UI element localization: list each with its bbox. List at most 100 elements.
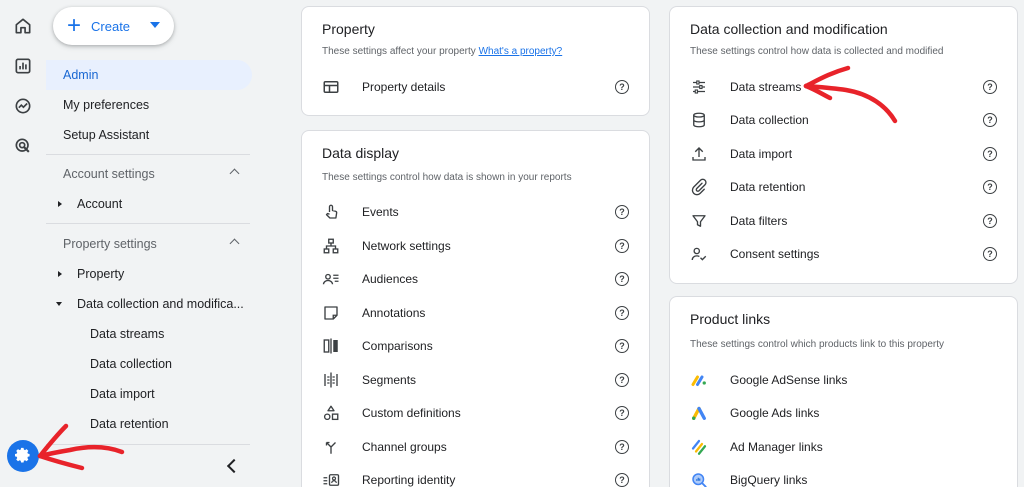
help-icon[interactable]: ? <box>615 440 629 454</box>
row-custom-definitions[interactable]: Custom definitions ? <box>302 398 649 428</box>
row-property-details[interactable]: Property details ? <box>302 72 649 102</box>
sub-label: Data collection <box>90 357 172 371</box>
data-display-card: Data display These settings control how … <box>301 130 650 487</box>
help-icon[interactable]: ? <box>615 306 629 320</box>
row-reporting-identity[interactable]: Reporting identity ? <box>302 465 649 487</box>
whats-a-property-link[interactable]: What's a property? <box>479 46 563 57</box>
row-consent-settings[interactable]: Consent settings ? <box>670 239 1017 269</box>
tree-label: Account <box>77 197 123 211</box>
row-label: Data retention <box>730 180 806 194</box>
row-audiences[interactable]: Audiences ? <box>302 264 649 294</box>
advertising-icon[interactable] <box>11 134 35 158</box>
help-icon[interactable]: ? <box>983 80 997 94</box>
property-settings-section[interactable]: Property settings <box>46 229 250 259</box>
admin-nav: + Create Admin My preferences Setup Assi… <box>46 0 260 487</box>
row-comparisons[interactable]: Comparisons ? <box>302 331 649 361</box>
nav-sub-data-collection[interactable]: Data collection <box>46 349 252 379</box>
nav-sub-data-retention[interactable]: Data retention <box>46 409 252 439</box>
upload-icon <box>690 145 708 163</box>
account-settings-section[interactable]: Account settings <box>46 159 250 189</box>
main-content: Property These settings affect your prop… <box>260 0 1024 487</box>
tree-label: Property <box>77 267 125 281</box>
nav-tree-data-collection[interactable]: Data collection and modifica... <box>46 289 252 319</box>
help-icon[interactable]: ? <box>615 80 629 94</box>
sub-label: Data streams <box>90 327 165 341</box>
row-ad-manager-links[interactable]: Ad Manager links <box>670 432 1017 462</box>
help-icon[interactable]: ? <box>983 214 997 228</box>
row-data-filters[interactable]: Data filters ? <box>670 206 1017 236</box>
collapse-nav-button[interactable] <box>222 456 242 476</box>
nav-tree-account[interactable]: Account <box>46 189 252 219</box>
row-label: Reporting identity <box>362 473 456 487</box>
row-events[interactable]: Events ? <box>302 197 649 227</box>
segments-icon <box>322 371 340 389</box>
row-label: Data collection <box>730 113 809 127</box>
divider <box>46 154 250 155</box>
row-label: Data import <box>730 147 793 161</box>
reporting-identity-icon <box>322 471 340 487</box>
expand-right-icon <box>58 271 62 277</box>
events-icon <box>322 203 340 221</box>
nav-sub-data-import[interactable]: Data import <box>46 379 252 409</box>
home-icon[interactable] <box>11 14 35 38</box>
divider <box>46 444 250 445</box>
nav-sub-data-streams[interactable]: Data streams <box>46 319 252 349</box>
row-segments[interactable]: Segments ? <box>302 365 649 395</box>
help-icon[interactable]: ? <box>983 180 997 194</box>
help-icon[interactable]: ? <box>615 373 629 387</box>
row-adsense-links[interactable]: Google AdSense links <box>670 365 1017 395</box>
help-icon[interactable]: ? <box>983 113 997 127</box>
row-label: Custom definitions <box>362 406 461 420</box>
network-icon <box>322 237 340 255</box>
help-icon[interactable]: ? <box>615 406 629 420</box>
nav-item-setup-assistant[interactable]: Setup Assistant <box>46 120 252 150</box>
nav-tree-property[interactable]: Property <box>46 259 252 289</box>
row-data-streams[interactable]: Data streams ? <box>670 72 1017 102</box>
help-icon[interactable]: ? <box>983 247 997 261</box>
admin-gear-button[interactable] <box>7 440 39 472</box>
card-title: Product links <box>690 311 771 327</box>
row-label: Consent settings <box>730 247 820 261</box>
reports-icon[interactable] <box>11 54 35 78</box>
consent-icon <box>690 245 708 263</box>
row-data-import[interactable]: Data import ? <box>670 139 1017 169</box>
card-title: Data collection and modification <box>690 21 888 37</box>
row-data-collection[interactable]: Data collection ? <box>670 105 1017 135</box>
nav-item-label: My preferences <box>63 98 150 112</box>
help-icon[interactable]: ? <box>615 272 629 286</box>
sub-label: Data import <box>90 387 155 401</box>
row-label: BigQuery links <box>730 473 808 487</box>
nav-item-my-preferences[interactable]: My preferences <box>46 90 252 120</box>
nav-item-admin[interactable]: Admin <box>46 60 252 90</box>
row-data-retention[interactable]: Data retention ? <box>670 172 1017 202</box>
help-icon[interactable]: ? <box>615 239 629 253</box>
card-subtitle: These settings affect your property What… <box>322 46 562 57</box>
data-collection-card: Data collection and modification These s… <box>669 6 1018 284</box>
row-channel-groups[interactable]: Channel groups ? <box>302 432 649 462</box>
plus-icon: + <box>67 12 82 39</box>
help-icon[interactable]: ? <box>615 205 629 219</box>
explore-icon[interactable] <box>11 94 35 118</box>
filter-icon <box>690 212 708 230</box>
custom-definitions-icon <box>322 404 340 422</box>
row-bigquery-links[interactable]: BigQuery links <box>670 465 1017 487</box>
help-icon[interactable]: ? <box>983 147 997 161</box>
create-button[interactable]: + Create <box>53 7 174 45</box>
tree-label: Data collection and modifica... <box>77 297 244 311</box>
property-details-icon <box>322 78 340 96</box>
row-label: Google Ads links <box>730 406 820 420</box>
row-label: Data streams <box>730 80 802 94</box>
help-icon[interactable]: ? <box>615 339 629 353</box>
help-icon[interactable]: ? <box>615 473 629 487</box>
card-title: Property <box>322 21 375 37</box>
channel-groups-icon <box>322 438 340 456</box>
row-google-ads-links[interactable]: Google Ads links <box>670 398 1017 428</box>
product-links-card: Product links These settings control whi… <box>669 296 1018 487</box>
row-network-settings[interactable]: Network settings ? <box>302 231 649 261</box>
row-label: Data filters <box>730 214 788 228</box>
caret-down-icon <box>150 22 160 28</box>
gear-icon <box>15 447 30 463</box>
annotations-icon <box>322 304 340 322</box>
row-annotations[interactable]: Annotations ? <box>302 298 649 328</box>
section-label: Account settings <box>63 167 155 181</box>
